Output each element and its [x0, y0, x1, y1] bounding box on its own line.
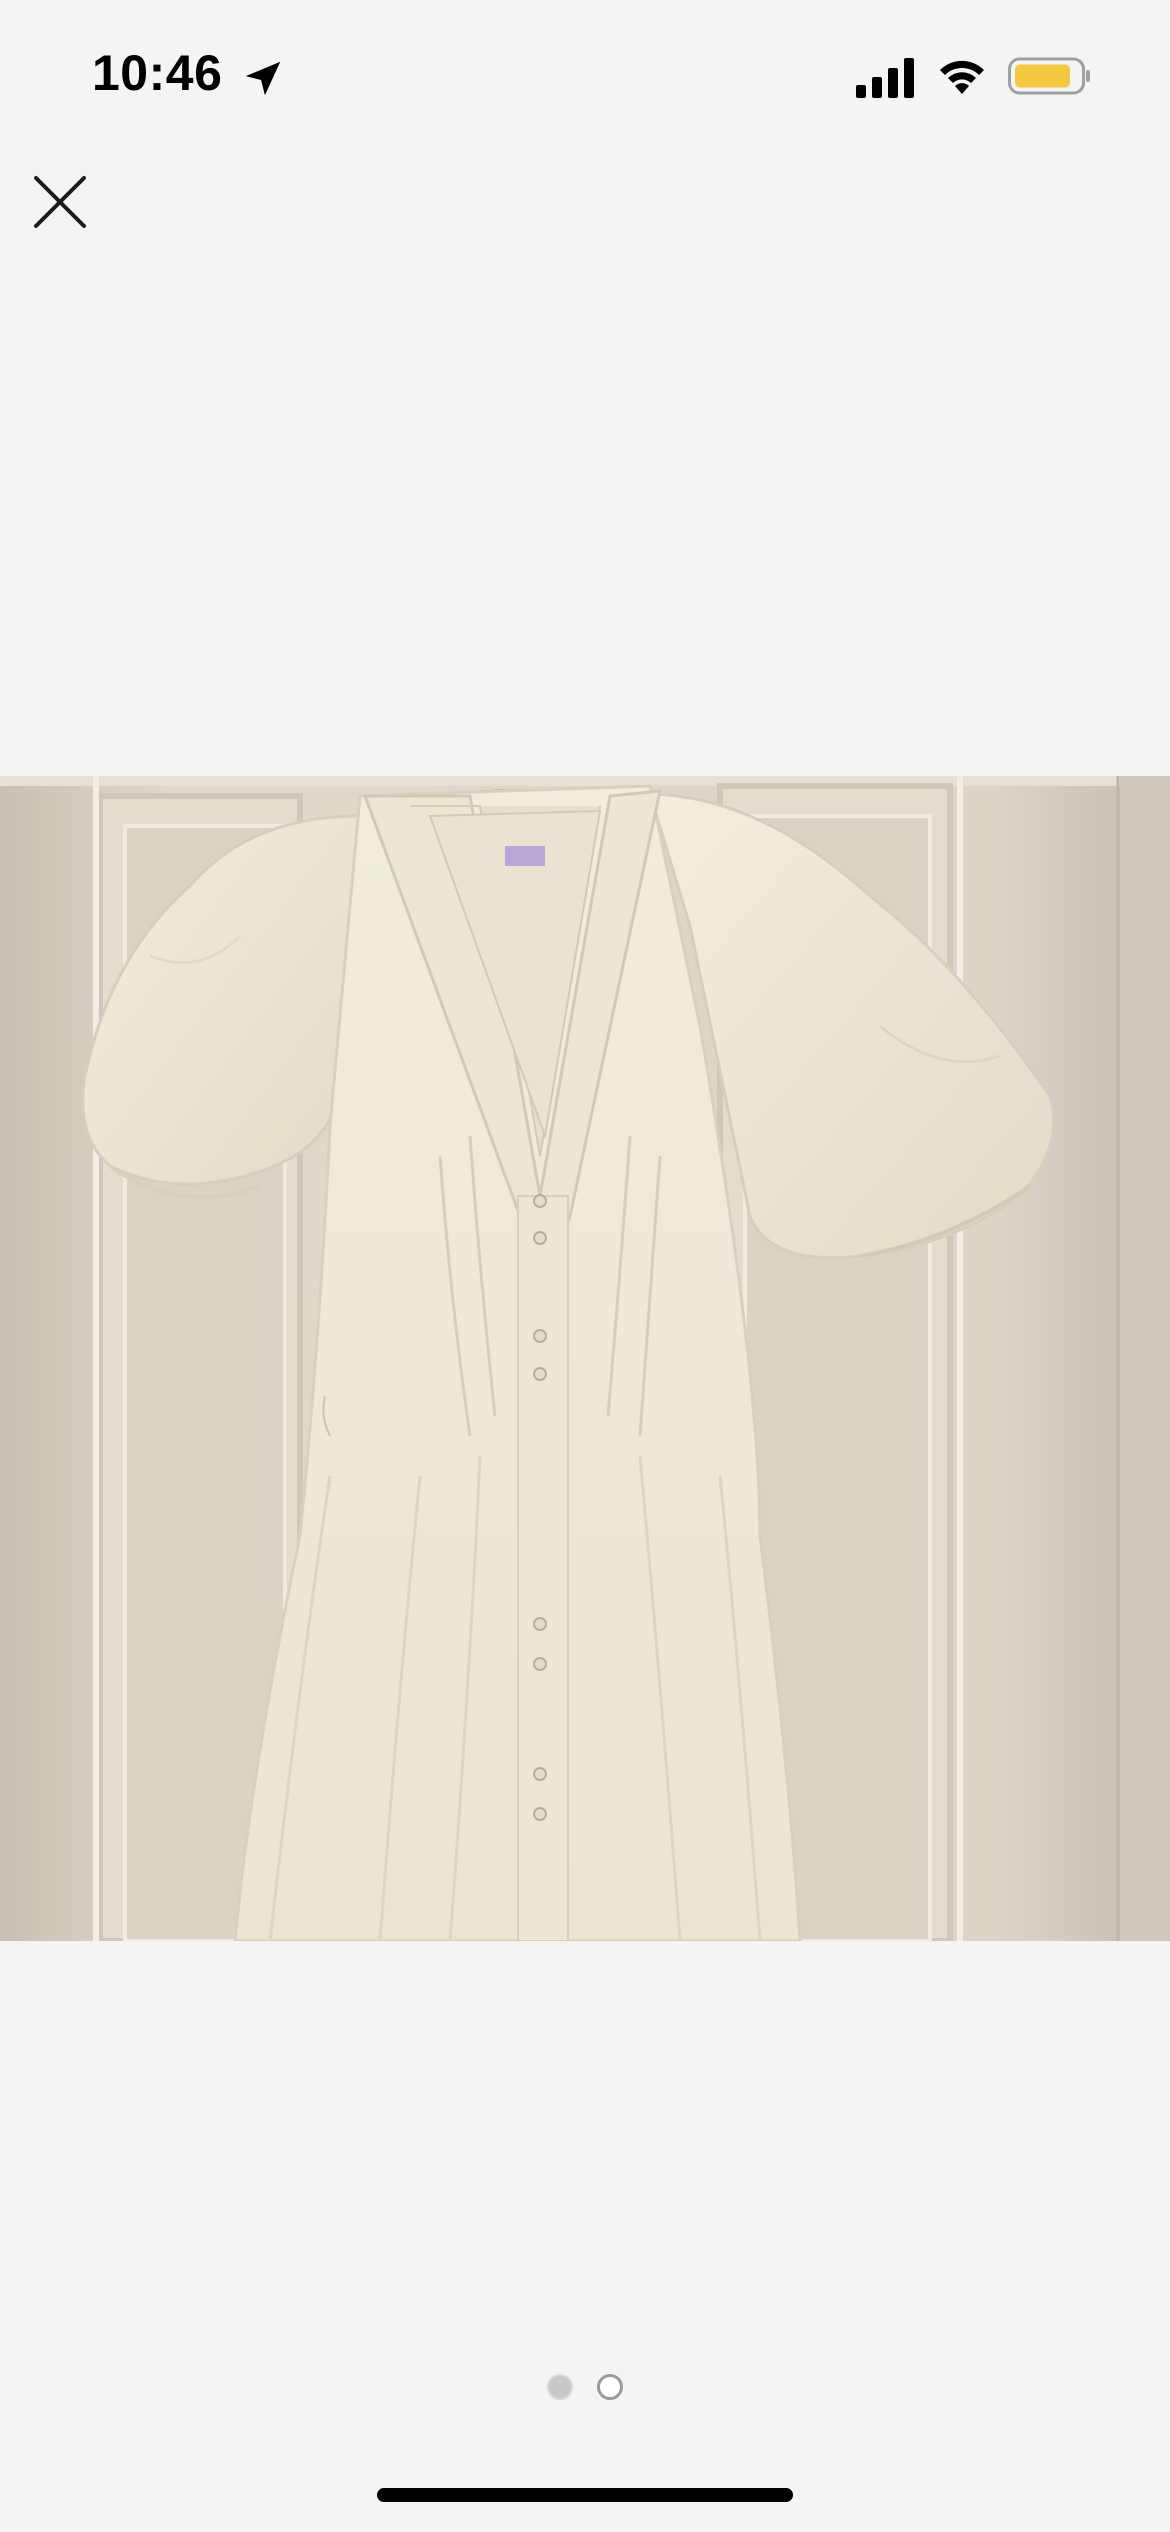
status-bar: 10:46 [0, 0, 1170, 150]
close-icon [34, 176, 86, 228]
location-arrow-icon [245, 61, 281, 96]
photo-viewer-screen: 10:46 [0, 0, 1170, 2532]
cellular-signal-icon [856, 58, 914, 98]
wifi-icon [940, 60, 984, 94]
home-indicator[interactable] [377, 2488, 793, 2502]
cream-dress-photo [0, 776, 1170, 1941]
status-time: 10:46 [92, 45, 223, 101]
photo-pager [0, 2374, 1170, 2404]
battery-icon [1008, 57, 1090, 95]
product-photo[interactable] [0, 776, 1170, 1941]
pager-dot-1[interactable] [547, 2374, 573, 2400]
pager-dot-2[interactable] [597, 2374, 623, 2400]
close-button[interactable] [28, 170, 92, 234]
